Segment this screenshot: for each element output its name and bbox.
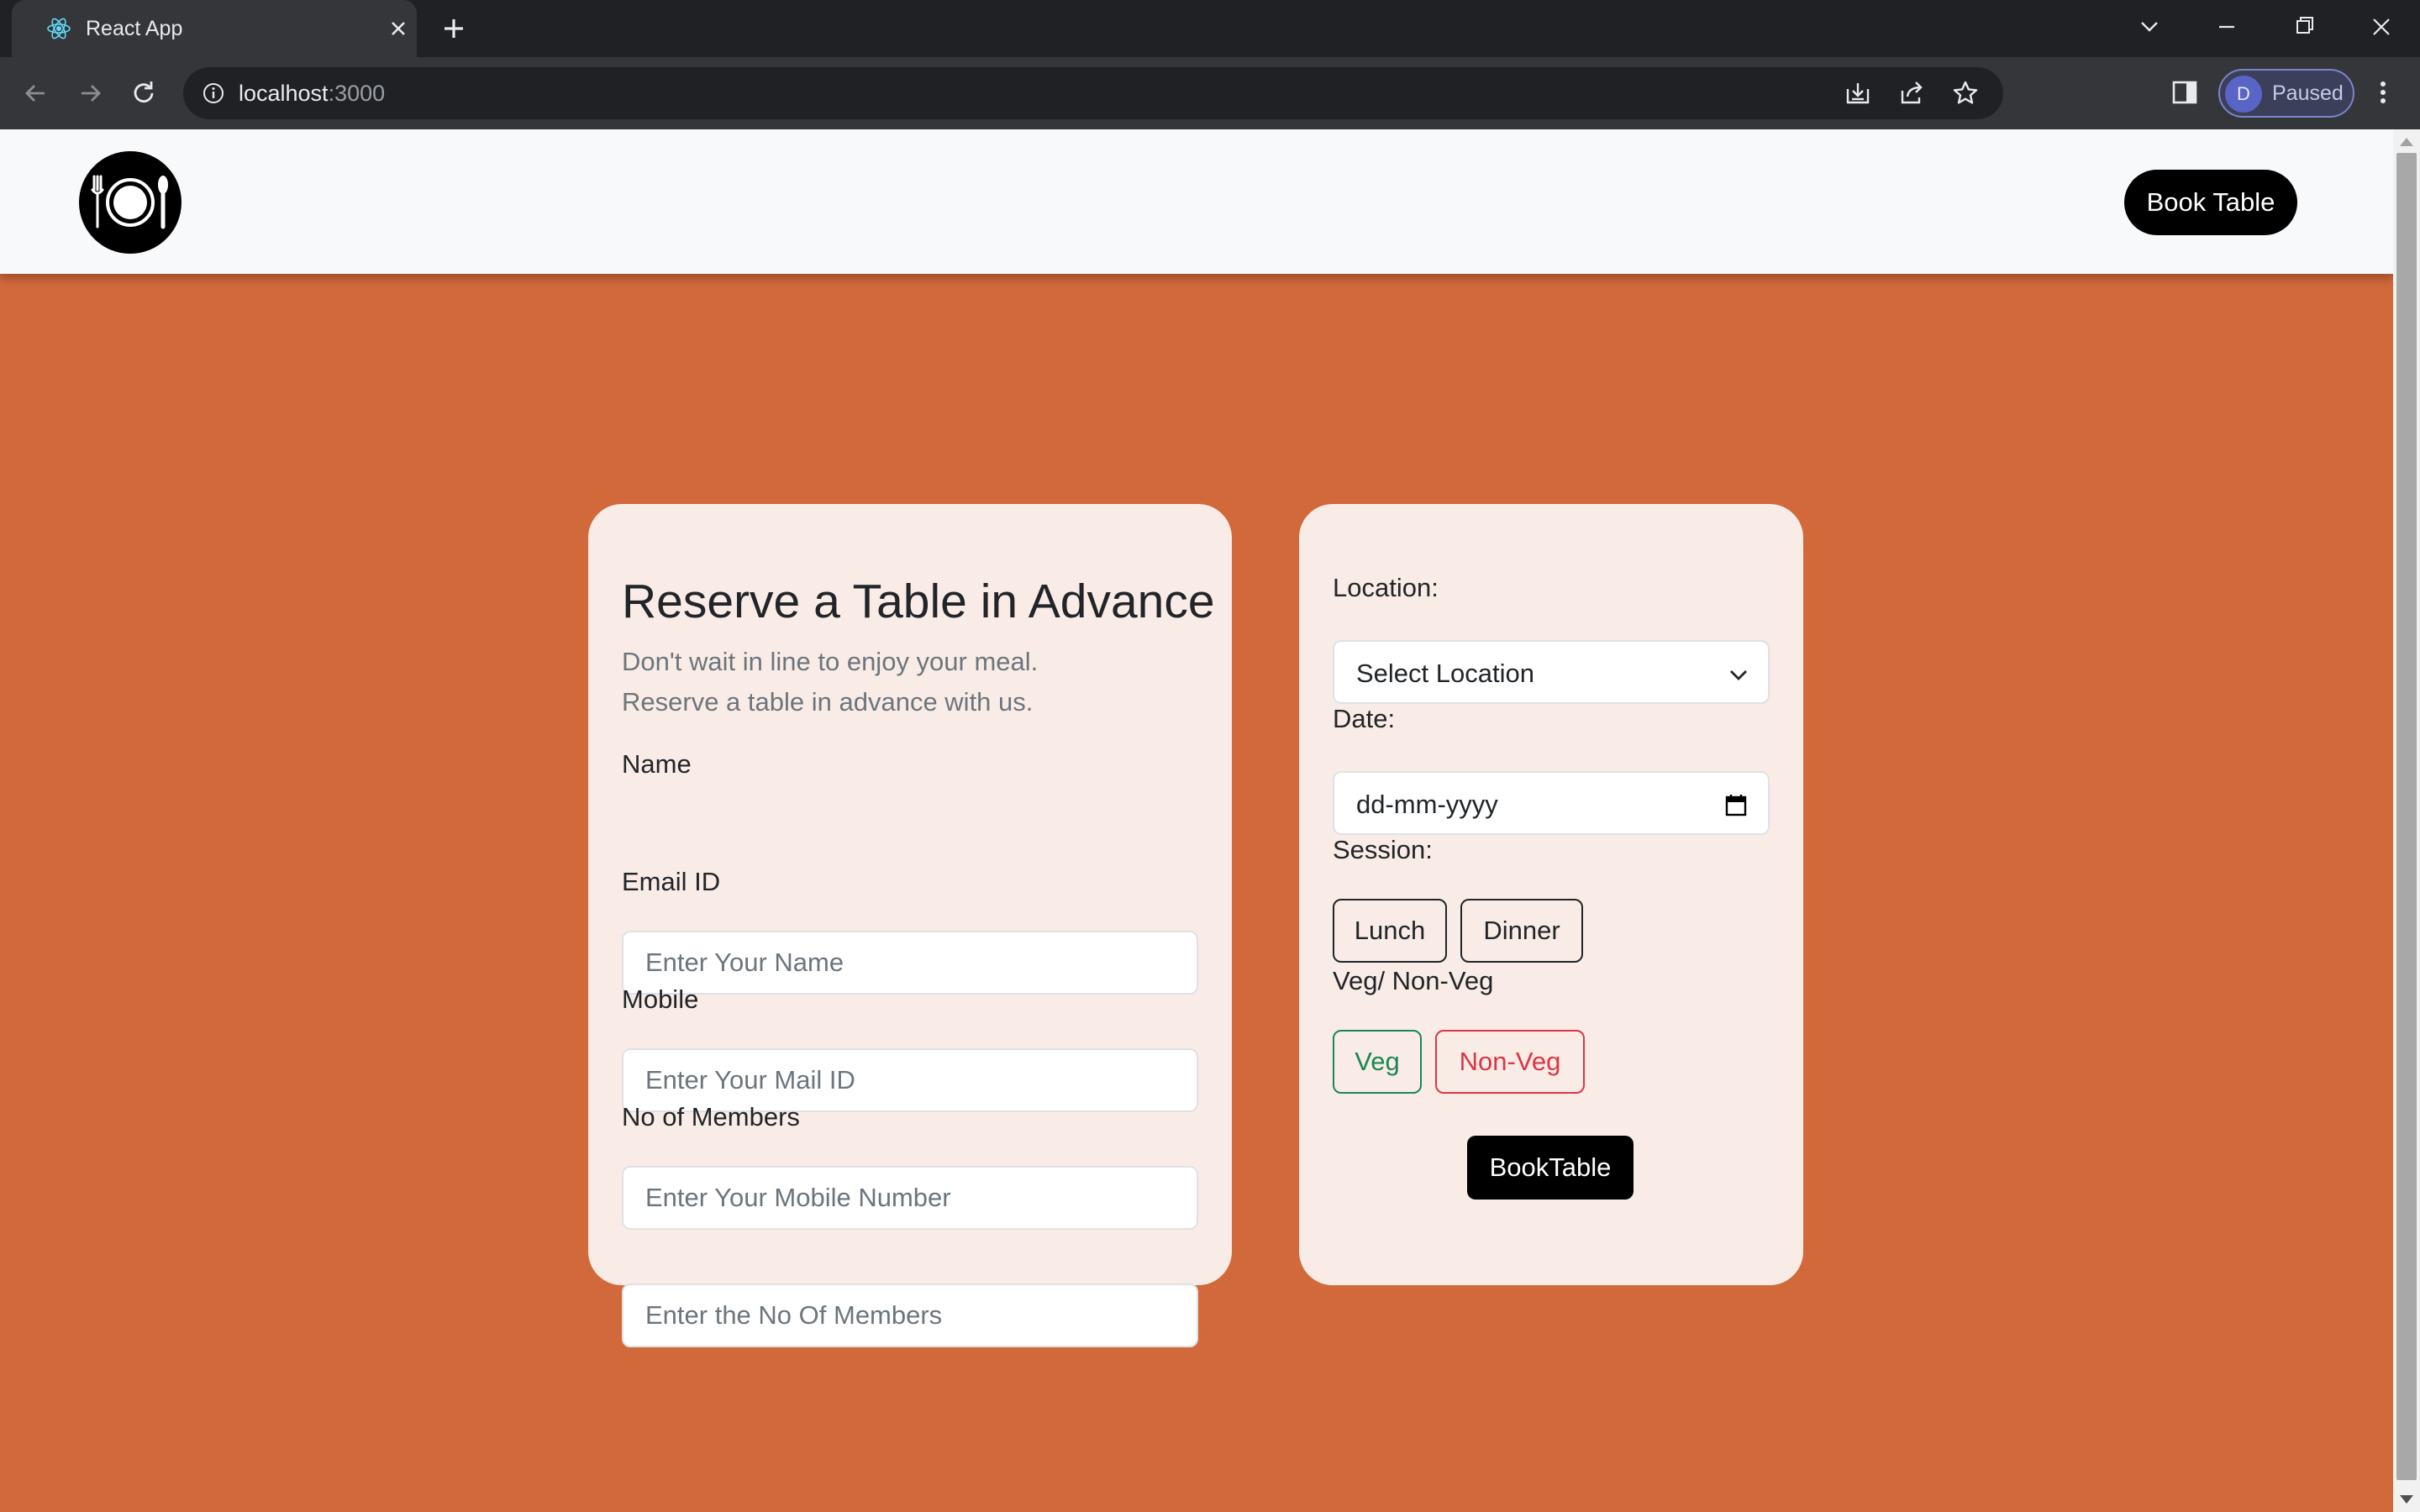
minimize-icon[interactable] xyxy=(2205,8,2249,45)
sidepanel-icon[interactable] xyxy=(2168,76,2202,109)
subtitle-line-2: Reserve a table in advance with us. xyxy=(622,687,1034,717)
close-icon[interactable] xyxy=(385,15,412,42)
reload-icon[interactable] xyxy=(124,74,163,113)
chevron-down-icon xyxy=(1730,670,1747,680)
react-favicon-icon xyxy=(47,18,71,39)
profile-button[interactable]: D Paused xyxy=(2218,69,2354,118)
browser-tab-bar: React App xyxy=(0,0,2420,57)
mobile-label: Mobile xyxy=(622,984,699,1014)
scroll-up-icon[interactable] xyxy=(2400,138,2413,146)
location-value: Select Location xyxy=(1356,659,1534,688)
menu-icon[interactable] xyxy=(2366,76,2400,109)
forward-icon[interactable] xyxy=(71,74,109,113)
url-host: localhost xyxy=(239,81,329,106)
members-field[interactable] xyxy=(622,1284,1198,1347)
avatar: D xyxy=(2225,76,2262,113)
scrollbar-thumb[interactable] xyxy=(2396,153,2417,1480)
name-label: Name xyxy=(622,749,692,779)
name-field[interactable] xyxy=(622,931,1198,995)
date-field[interactable]: dd-mm-yyyy xyxy=(1333,771,1770,835)
subtitle-line-1: Don't wait in line to enjoy your meal. xyxy=(622,647,1039,676)
page-scrollbar[interactable] xyxy=(2393,129,2420,1512)
location-label: Location: xyxy=(1333,573,1439,602)
chevron-down-icon[interactable] xyxy=(2128,8,2171,45)
book-table-submit-button[interactable]: BookTable xyxy=(1467,1136,1634,1200)
plate-fork-spoon-icon[interactable] xyxy=(79,151,182,254)
session-label: Session: xyxy=(1333,835,1433,864)
non-veg-button[interactable]: Non-Veg xyxy=(1435,1030,1585,1094)
plus-icon[interactable] xyxy=(437,12,471,45)
restore-icon[interactable] xyxy=(2282,8,2326,45)
email-label: Email ID xyxy=(622,867,721,896)
booking-options-card: Location: Select Location Date: dd-mm-yy… xyxy=(1299,504,1803,1285)
share-icon[interactable] xyxy=(1897,79,1926,108)
info-icon[interactable] xyxy=(202,81,225,105)
browser-tab[interactable]: React App xyxy=(12,0,417,57)
address-bar[interactable]: localhost:3000 xyxy=(183,67,2003,119)
profile-status: Paused xyxy=(2272,81,2344,105)
veg-button[interactable]: Veg xyxy=(1333,1030,1422,1094)
location-select[interactable]: Select Location xyxy=(1333,640,1770,704)
star-icon[interactable] xyxy=(1951,79,1980,108)
date-label: Date: xyxy=(1333,704,1396,733)
book-table-header-button[interactable]: Book Table xyxy=(2124,170,2297,235)
date-value: dd-mm-yyyy xyxy=(1356,790,1498,819)
scroll-down-icon[interactable] xyxy=(2400,1495,2413,1504)
url-text: localhost:3000 xyxy=(239,79,385,108)
site-header: Book Table xyxy=(0,129,2393,274)
page-title: Reserve a Table in Advance xyxy=(622,575,1215,628)
reservation-card: Reserve a Table in Advance Don't wait in… xyxy=(588,504,1232,1347)
dinner-button[interactable]: Dinner xyxy=(1460,899,1583,963)
tab-title: React App xyxy=(86,17,183,40)
members-label: No of Members xyxy=(622,1102,800,1131)
back-icon[interactable] xyxy=(17,74,55,113)
mobile-field[interactable] xyxy=(622,1166,1198,1230)
diet-label: Veg/ Non-Veg xyxy=(1333,966,1494,995)
install-icon[interactable] xyxy=(1844,79,1872,108)
browser-toolbar: localhost:3000 D Paused xyxy=(0,57,2420,129)
close-window-icon[interactable] xyxy=(2360,8,2403,45)
calendar-icon[interactable] xyxy=(1723,791,1749,818)
page-viewport: Book Table Reserve a Table in Advance Do… xyxy=(0,129,2393,1512)
lunch-button[interactable]: Lunch xyxy=(1333,899,1447,963)
url-port: :3000 xyxy=(328,81,386,106)
